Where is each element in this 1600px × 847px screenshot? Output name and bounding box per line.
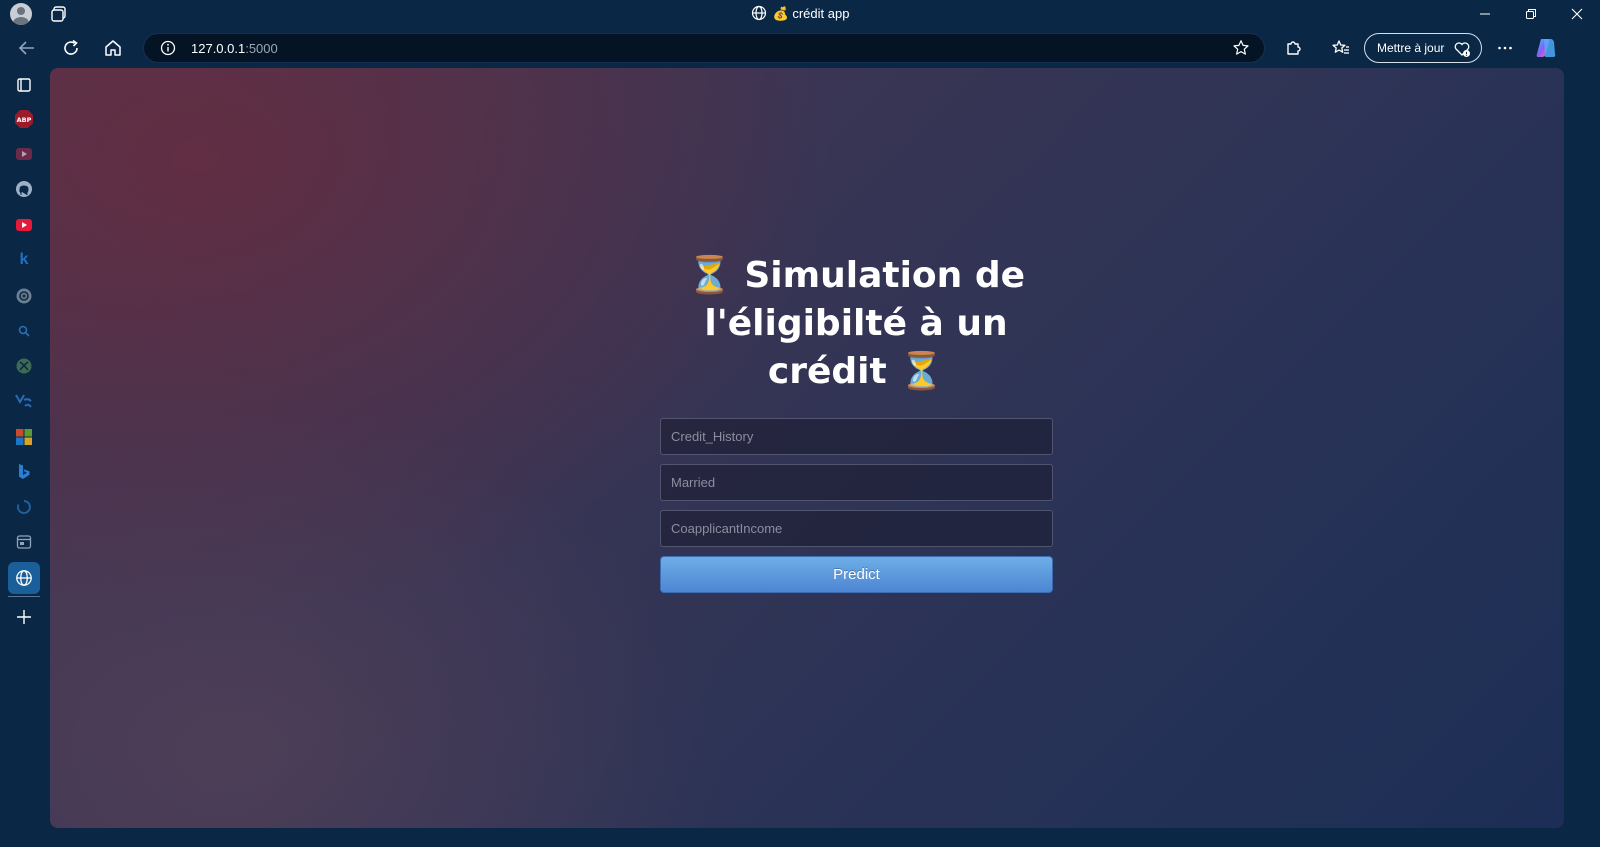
- update-label: Mettre à jour: [1377, 41, 1445, 55]
- credit-history-input[interactable]: [660, 418, 1053, 455]
- favorite-star-icon[interactable]: [1232, 39, 1250, 57]
- plus-icon: [17, 610, 31, 624]
- page-title: ⏳ Simulation de l'éligibilté à un crédit…: [686, 255, 1026, 392]
- back-arrow-icon: [18, 41, 34, 55]
- svg-text:ABP: ABP: [17, 116, 32, 124]
- youtube-red-icon[interactable]: [12, 213, 36, 237]
- bing-icon[interactable]: [12, 460, 36, 484]
- url-port: :5000: [245, 41, 278, 56]
- extensions-button[interactable]: [1280, 35, 1306, 61]
- coapplicant-income-input[interactable]: [660, 510, 1053, 547]
- sidebar-divider: [8, 596, 40, 597]
- refresh-icon: [64, 39, 78, 55]
- home-button[interactable]: [100, 35, 126, 61]
- title-bar: 💰 crédit app: [0, 0, 1600, 28]
- minimize-button[interactable]: [1462, 0, 1508, 28]
- more-menu-button[interactable]: [1492, 35, 1518, 61]
- copilot-icon: [1536, 39, 1556, 57]
- tab-title-text: 💰 crédit app: [772, 6, 850, 21]
- site-info-icon[interactable]: [160, 40, 176, 56]
- xbox-icon[interactable]: [12, 354, 36, 378]
- url-host: 127.0.0.1: [191, 41, 246, 56]
- k-icon[interactable]: k: [12, 248, 36, 272]
- health-heart-icon: [1454, 42, 1470, 57]
- close-icon: [1571, 8, 1583, 20]
- favorites-button[interactable]: [1328, 35, 1354, 61]
- puzzle-icon: [1287, 41, 1301, 55]
- github-icon[interactable]: [12, 177, 36, 201]
- address-bar[interactable]: 127.0.0.1:5000: [143, 33, 1265, 63]
- url-text[interactable]: 127.0.0.1:5000: [191, 41, 278, 56]
- refresh-button[interactable]: [58, 35, 84, 61]
- tab-title[interactable]: 💰 crédit app: [0, 5, 1600, 22]
- browser-toolbar: 127.0.0.1:5000 Mettre à jour: [0, 28, 1600, 68]
- married-input[interactable]: [660, 464, 1053, 501]
- home-icon: [105, 40, 121, 56]
- more-dots-icon: [1498, 46, 1512, 50]
- microsoft-icon[interactable]: [12, 425, 36, 449]
- credit-form: Predict: [660, 418, 1053, 593]
- close-button[interactable]: [1554, 0, 1600, 28]
- update-button[interactable]: Mettre à jour: [1364, 33, 1482, 63]
- circle-app-icon[interactable]: [12, 284, 36, 308]
- youtube-icon[interactable]: [12, 142, 36, 166]
- browser-sidebar: ABP k: [0, 68, 48, 847]
- globe-icon[interactable]: [12, 566, 36, 590]
- minimize-icon: [1480, 13, 1490, 15]
- back-button[interactable]: [14, 35, 40, 61]
- adblock-icon[interactable]: ABP: [12, 107, 36, 131]
- globe-icon: [751, 5, 766, 21]
- page-viewport: ⏳ Simulation de l'éligibilté à un crédit…: [50, 68, 1564, 828]
- restore-icon: [1526, 9, 1536, 19]
- add-app-button[interactable]: [12, 605, 36, 629]
- predict-button[interactable]: Predict: [660, 556, 1053, 593]
- app-icon[interactable]: [12, 389, 36, 413]
- loading-icon[interactable]: [12, 495, 36, 519]
- search-icon[interactable]: [12, 319, 36, 343]
- restore-button[interactable]: [1508, 0, 1554, 28]
- collections-icon[interactable]: [12, 73, 36, 97]
- copilot-button[interactable]: [1533, 35, 1559, 61]
- favorites-icon: [1332, 40, 1349, 54]
- window-icon[interactable]: [12, 530, 36, 554]
